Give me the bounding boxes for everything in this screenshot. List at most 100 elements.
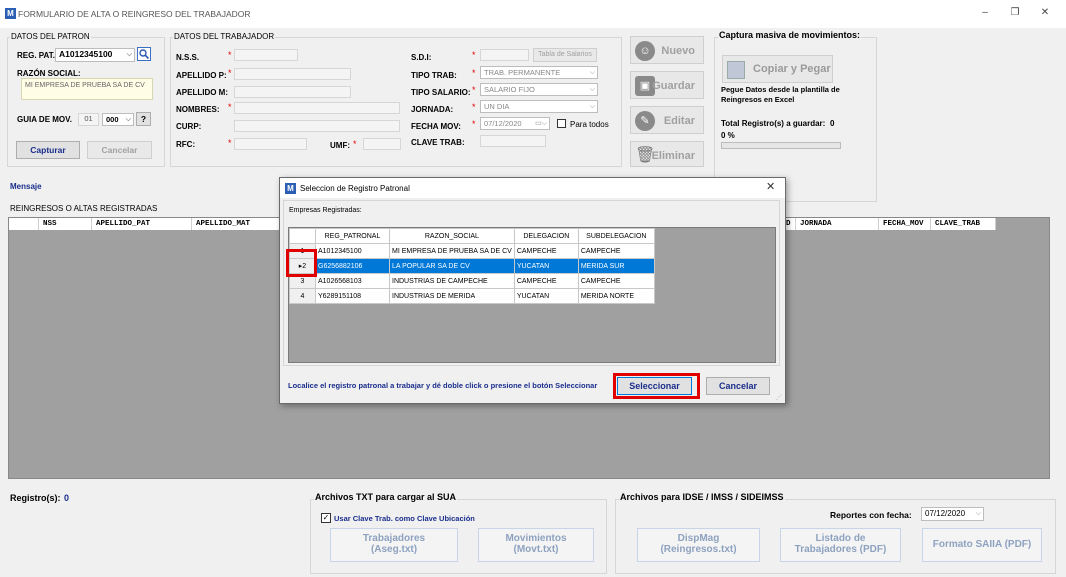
row-number: 4 <box>289 288 316 304</box>
listado-pdf-button[interactable]: Listado de Trabajadores (PDF) <box>780 528 901 562</box>
dispmag-button[interactable]: DispMag (Reingresos.txt) <box>637 528 760 562</box>
dialog-cancelar-button[interactable]: Cancelar <box>706 377 770 395</box>
empresas-table: REG_PATRONAL RAZON_SOCIAL DELEGACION SUB… <box>289 228 655 304</box>
movimientos-txt-button[interactable]: Movimientos (Movt.txt) <box>478 528 594 562</box>
required-mark: * <box>228 50 232 60</box>
reportes-fecha-picker[interactable]: 07/12/2020 ⌵ <box>921 507 984 521</box>
cell-delegacion: YUCATAN <box>513 258 579 274</box>
movimientos-label-2: (Movt.txt) <box>513 544 559 555</box>
apellido-p-field[interactable] <box>234 68 351 80</box>
patron-group-label: DATOS DEL PATRON <box>10 32 91 41</box>
table-row[interactable]: 1 A1012345100 MI EMPRESA DE PRUEBA SA DE… <box>289 243 655 259</box>
umf-field[interactable] <box>363 138 401 150</box>
sua-title: Archivos TXT para cargar al SUA <box>314 492 458 502</box>
curp-field[interactable] <box>234 120 400 132</box>
chevron-down-icon: ⌵ <box>125 116 131 123</box>
chevron-down-icon: ⌵ <box>589 69 595 76</box>
required-mark: * <box>472 119 476 129</box>
empresas-grid[interactable]: REG_PATRONAL RAZON_SOCIAL DELEGACION SUB… <box>288 227 776 363</box>
fecha-mov-value: 07/12/2020 <box>484 119 522 128</box>
cell-delegacion: CAMPECHE <box>513 273 579 289</box>
cell-razon-social: INDUSTRIAS DE CAMPECHE <box>389 273 515 289</box>
seleccionar-button[interactable]: Seleccionar <box>617 377 692 395</box>
jornada-select[interactable]: UN DIA ⌵ <box>480 100 598 113</box>
fecha-mov-picker[interactable]: 07/12/2020 ▭⌵ <box>480 117 550 130</box>
required-mark: * <box>228 138 232 148</box>
col-delegacion[interactable]: DELEGACION <box>513 228 579 244</box>
sdi-field[interactable] <box>480 49 529 61</box>
table-row[interactable]: 4 Y6289151108 INDUSTRIAS DE MERIDA YUCAT… <box>289 288 655 304</box>
chevron-down-icon: ⌵ <box>589 103 595 110</box>
col-subdelegacion[interactable]: SUBDELEGACION <box>577 228 655 244</box>
resize-grip-icon[interactable]: ⋰ <box>776 394 782 401</box>
saiia-pdf-button[interactable]: Formato SAIIA (PDF) <box>922 528 1042 562</box>
para-todos-checkbox[interactable] <box>557 119 566 128</box>
usar-clave-checkbox[interactable]: ✓ <box>321 513 331 523</box>
window-title: FORMULARIO DE ALTA O REINGRESO DEL TRABA… <box>18 9 251 19</box>
cell-razon-social: MI EMPRESA DE PRUEBA SA DE CV <box>389 243 515 259</box>
tipo-trab-label: TIPO TRAB: <box>411 71 457 80</box>
col-reg-patronal[interactable]: REG_PATRONAL <box>315 228 390 244</box>
cell-razon-social: LA POPULAR SA DE CV <box>389 258 515 274</box>
guia-mov-combo-value: 000 <box>106 115 119 124</box>
maximize-button[interactable]: ❐ <box>1004 4 1026 22</box>
guia-help-button[interactable]: ? <box>136 112 151 126</box>
editar-button[interactable]: ✎ Editar <box>630 106 704 134</box>
cancelar-button[interactable]: Cancelar <box>87 141 152 159</box>
progress-bar <box>721 142 841 149</box>
col-razon-social[interactable]: RAZON_SOCIAL <box>389 228 515 244</box>
eliminar-button[interactable]: 🗑 Eliminar <box>630 141 704 167</box>
tipo-trab-select[interactable]: TRAB. PERMANENTE ⌵ <box>480 66 598 79</box>
nss-field[interactable] <box>234 49 298 61</box>
tipo-salario-value: SALARIO FIJO <box>484 85 535 94</box>
listado-label-1: Listado de <box>815 533 866 544</box>
razon-social-field: MI EMPRESA DE PRUEBA SA DE CV <box>21 78 153 100</box>
trabajador-group-label: DATOS DEL TRABAJADOR <box>173 32 276 41</box>
tabla-salarios-button[interactable]: Tabla de Salarios <box>533 48 597 62</box>
col-apellido-mat[interactable]: APELLIDO_MAT <box>192 218 280 230</box>
grid-label: REINGRESOS O ALTAS REGISTRADAS <box>10 204 158 213</box>
progress-percent: 0 % <box>721 131 735 140</box>
col-jornada[interactable]: JORNADA <box>796 218 879 230</box>
table-row[interactable]: 3 A1026568103 INDUSTRIAS DE CAMPECHE CAM… <box>289 273 655 289</box>
clave-trab-label: CLAVE TRAB: <box>411 138 465 147</box>
guia-mov-field[interactable]: 01 <box>78 113 99 126</box>
cell-razon-social: INDUSTRIAS DE MERIDA <box>389 288 515 304</box>
col-nss[interactable]: NSS <box>39 218 92 230</box>
search-button[interactable] <box>137 47 151 61</box>
nombres-field[interactable] <box>234 102 400 114</box>
nuevo-button[interactable]: ☺ Nuevo <box>630 36 704 64</box>
masiva-title: Captura masiva de movimientos: <box>718 30 862 40</box>
close-button[interactable]: ✕ <box>1034 4 1056 22</box>
tipo-salario-label: TIPO SALARIO: <box>411 88 471 97</box>
minimize-button[interactable]: – <box>974 4 996 22</box>
curp-label: CURP: <box>176 122 202 131</box>
table-row-selected[interactable]: ▸2 G6256882106 LA POPULAR SA DE CV YUCAT… <box>289 258 655 274</box>
rfc-field[interactable] <box>234 138 307 150</box>
tipo-salario-select[interactable]: SALARIO FIJO ⌵ <box>480 83 598 96</box>
add-user-icon: ☺ <box>635 41 655 61</box>
apellido-m-field[interactable] <box>234 86 351 98</box>
required-mark: * <box>472 102 476 112</box>
reg-pat-select[interactable]: A1012345100 ⌵ <box>55 48 135 62</box>
dialog-close-button[interactable]: ✕ <box>766 180 775 193</box>
reportes-fecha-value: 07/12/2020 <box>925 509 966 518</box>
guia-mov-select[interactable]: 000 ⌵ <box>102 113 134 126</box>
col-apellido-pat[interactable]: APELLIDO_PAT <box>92 218 192 230</box>
clave-trab-field[interactable] <box>480 135 546 147</box>
guardar-label: Guardar <box>652 80 695 92</box>
idse-title: Archivos para IDSE / IMSS / SIDEIMSS <box>619 492 785 502</box>
cell-subdelegacion: CAMPECHE <box>577 243 655 259</box>
edit-icon: ✎ <box>635 111 655 131</box>
trabajadores-txt-button[interactable]: Trabajadores (Aseg.txt) <box>330 528 458 562</box>
copiar-pegar-label: Copiar y Pegar <box>753 63 831 75</box>
col-fecha-mov[interactable]: FECHA_MOV <box>879 218 931 230</box>
capturar-button[interactable]: Capturar <box>16 141 80 159</box>
jornada-value: UN DIA <box>484 102 510 111</box>
col-clave-trab[interactable]: CLAVE_TRAB <box>931 218 996 230</box>
clipboard-icon <box>727 61 745 79</box>
registros-value: 0 <box>64 493 70 503</box>
guardar-button[interactable]: ▣ Guardar <box>630 71 704 99</box>
copiar-pegar-button[interactable]: Copiar y Pegar <box>722 55 833 83</box>
nuevo-label: Nuevo <box>661 45 695 57</box>
